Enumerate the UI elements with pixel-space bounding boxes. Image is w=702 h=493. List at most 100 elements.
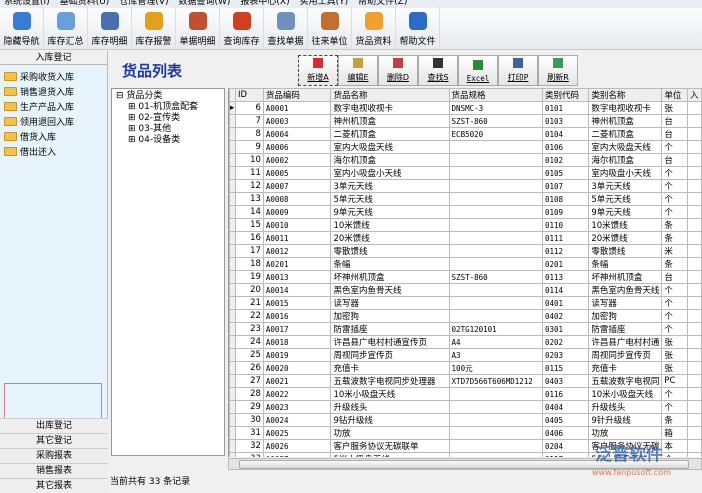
action-button[interactable]: Excel — [458, 55, 498, 86]
table-row[interactable]: 23 A0017 防雷插座 02TG120101 0301 防雷插座个 — [229, 322, 702, 336]
table-row[interactable]: 25 A0019 周视同步宣传页 A3 0203 周视同步宣传页张 — [229, 348, 702, 362]
toolbar-icon — [408, 12, 427, 30]
table-cell: 30 — [234, 413, 264, 427]
column-header[interactable]: ID — [234, 88, 264, 102]
tree-root[interactable]: ⊟ 货品分类 — [116, 91, 220, 102]
table-row[interactable]: 21 A0015 读写器 0401 读写器个 — [229, 296, 702, 310]
table-row[interactable]: 12 A0007 3单元天线 0107 3单元天线个 — [229, 179, 702, 193]
action-button[interactable]: 查找S — [418, 55, 458, 86]
table-cell: 充值卡 — [330, 361, 450, 375]
table-row[interactable]: 26 A0020 充值卡 100元 0115 充值卡张 — [229, 361, 702, 375]
table-row[interactable]: ▸ 6 A0001 数字电视收视卡 DNSMC-3 0101 数字电视收视卡张 — [229, 101, 702, 115]
table-cell — [448, 283, 543, 297]
folder-icon — [4, 117, 17, 126]
table-row[interactable]: 28 A0022 10米小吸盘天线 0116 10米小吸盘天线个 — [229, 387, 702, 401]
table-row[interactable]: 27 A0021 五载波数字电视同步处理器 XTD7D566T606MD1212 040… — [229, 374, 702, 388]
table-row[interactable]: 30 A0024 9钻升级线 0405 9针升级线条 — [229, 413, 702, 427]
table-row[interactable]: 11 A0005 室内小吸盘小天线 0105 室内吸盘小天线个 — [229, 166, 702, 180]
table-row[interactable]: 22 A0016 加密狗 0402 加密狗个 — [229, 309, 702, 323]
goods-table: ID 货品编码 货品名称 货品规格 类别代码 类别名称 单位入 ▸ 6 A0001 数字电视收视卡… — [228, 88, 702, 457]
table-row[interactable]: 13 A0008 5单元天线 0108 5单元天线个 — [229, 192, 702, 206]
table-cell: 25 — [234, 348, 264, 362]
toolbar-button[interactable]: 库存报警 — [132, 7, 176, 49]
column-header[interactable]: 货品编码 — [262, 88, 332, 102]
toolbar-button[interactable]: 往来单位 — [308, 7, 352, 49]
table-row[interactable]: 16 A0011 20米馈线 0111 20米馈线条 — [229, 231, 702, 245]
toolbar-button[interactable]: 库存汇总 — [44, 7, 88, 49]
action-toolbar: 新增A 编辑E 删除D 查找S Excel 打印P 刷新R — [298, 55, 578, 86]
table-cell: 9单元天线 — [588, 205, 663, 219]
table-row[interactable]: 7 A0003 神州机顶盒 SZST-860 0103 神州机顶盒台 — [229, 114, 702, 128]
table-cell — [687, 400, 702, 414]
toolbar-button-label: 库存明细 — [91, 37, 128, 47]
table-cell: 32 — [234, 439, 264, 453]
table-cell: A0022 — [262, 387, 332, 401]
table-cell — [448, 439, 543, 453]
action-button[interactable]: 新增A — [298, 55, 338, 86]
nav-section-button[interactable]: 出库登记 — [0, 418, 108, 433]
table-cell: 12 — [234, 179, 264, 193]
table-row[interactable]: 20 A0014 黑色室内鱼骨天线 0114 黑色室内鱼骨天线个 — [229, 283, 702, 297]
table-row[interactable]: 18 A0201 条幅 0201 条幅条 — [229, 257, 702, 271]
table-cell: DNSMC-3 — [448, 101, 543, 115]
column-header[interactable]: 类别代码 — [541, 88, 590, 102]
toolbar-button[interactable]: 帮助文件 — [396, 7, 440, 49]
column-header[interactable]: 入 — [687, 88, 702, 102]
toolbar-button[interactable]: 查询库存 — [220, 7, 264, 49]
table-cell: 室内小吸盘小天线 — [330, 166, 450, 180]
tree-node[interactable]: ⊞ 04-设备类 — [116, 135, 220, 146]
column-header[interactable]: 单位 — [661, 88, 689, 102]
action-button[interactable]: 删除D — [378, 55, 418, 86]
table-row[interactable]: 9 A0006 室内大吸盘天线 0106 室内大吸盘天线个 — [229, 140, 702, 154]
nav-header-inbound[interactable]: 入库登记 — [0, 51, 107, 65]
tree-node[interactable]: ⊞ 01-机顶盒配套 — [116, 102, 220, 113]
table-cell: 充值卡 — [588, 361, 663, 375]
table-cell — [448, 153, 543, 167]
table-row[interactable]: 15 A0010 10米馈线 0110 10米馈线条 — [229, 218, 702, 232]
nav-section-button[interactable]: 销售报表 — [0, 463, 108, 478]
nav-item-label: 生产产品入库 — [20, 103, 75, 113]
toolbar-button[interactable]: 单据明细 — [176, 7, 220, 49]
nav-item[interactable]: 领用退回入库 — [0, 114, 107, 129]
nav-item[interactable]: 采购收货入库 — [0, 69, 107, 84]
table-cell: 防雷插座 — [330, 322, 450, 336]
table-cell: 9单元天线 — [330, 205, 450, 219]
nav-item[interactable]: 生产产品入库 — [0, 99, 107, 114]
tree-node[interactable]: ⊞ 02-宣传类 — [116, 113, 220, 124]
table-cell: 个 — [661, 179, 689, 193]
table-cell: 零散馈线 — [330, 244, 450, 258]
table-cell: 坏神州机顶盒 — [330, 270, 450, 284]
toolbar-button[interactable]: 货品资料 — [352, 7, 396, 49]
tree-node[interactable]: ⊞ 03-其他 — [116, 124, 220, 135]
nav-section-button[interactable]: 其它登记 — [0, 433, 108, 448]
nav-section-button[interactable]: 采购报表 — [0, 448, 108, 463]
table-row[interactable]: 8 A0004 二菱机顶盒 ECB5020 0104 二菱机顶盒台 — [229, 127, 702, 141]
toolbar-button-label: 隐藏导航 — [3, 37, 40, 47]
table-row[interactable]: 31 A0025 功放 0406 功放箱 — [229, 426, 702, 440]
table-row[interactable]: 19 A0013 坏神州机顶盒 SZST-860 0113 坏神州机顶盒台 — [229, 270, 702, 284]
toolbar-button[interactable]: 隐藏导航 — [0, 7, 44, 49]
nav-item[interactable]: 借出还入 — [0, 144, 107, 159]
table-cell: 0104 — [541, 127, 590, 141]
column-header[interactable]: 货品规格 — [448, 88, 543, 102]
table-cell: 0110 — [541, 218, 590, 232]
nav-item[interactable]: 借货入库 — [0, 129, 107, 144]
action-button[interactable]: 编辑E — [338, 55, 378, 86]
table-cell: 9 — [234, 140, 264, 154]
table-row[interactable]: 10 A0002 海尔机顶盒 0102 海尔机顶盒台 — [229, 153, 702, 167]
table-cell: 个 — [661, 387, 689, 401]
column-header[interactable]: 货品名称 — [330, 88, 450, 102]
table-row[interactable]: 24 A0018 许昌县广电村村通宣传页 A4 0202 许昌县广电村村通张 — [229, 335, 702, 349]
action-button[interactable]: 打印P — [498, 55, 538, 86]
table-row[interactable]: 29 A0023 升级线头 0404 升级线头个 — [229, 400, 702, 414]
toolbar-button[interactable]: 库存明细 — [88, 7, 132, 49]
table-row[interactable]: 17 A0012 零散馈线 0112 零散馈线米 — [229, 244, 702, 258]
table-cell: 二菱机顶盒 — [588, 127, 663, 141]
table-cell: 读写器 — [330, 296, 450, 310]
nav-item[interactable]: 销售退货入库 — [0, 84, 107, 99]
column-header[interactable]: 类别名称 — [588, 88, 663, 102]
table-row[interactable]: 14 A0009 9单元天线 0109 9单元天线个 — [229, 205, 702, 219]
action-button[interactable]: 刷新R — [538, 55, 578, 86]
table-cell — [687, 309, 702, 323]
toolbar-button[interactable]: 查找单据 — [264, 7, 308, 49]
